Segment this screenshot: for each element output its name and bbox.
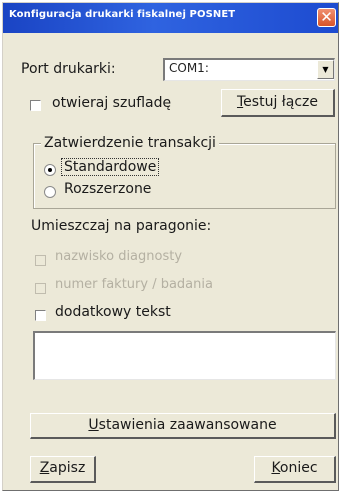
printer-port-label: Port drukarki: <box>21 61 116 77</box>
transaction-groupbox <box>33 143 336 209</box>
chevron-down-icon: ▼ <box>322 65 329 74</box>
invoice-number-checkbox[interactable] <box>35 283 46 294</box>
extra-text-checkbox[interactable] <box>35 310 46 321</box>
save-button[interactable]: Zapisz <box>30 456 96 483</box>
extra-text-field[interactable] <box>33 331 336 380</box>
printer-port-value: COM1: <box>169 61 209 75</box>
test-connection-label: Testuj łącze <box>236 94 318 110</box>
inspector-name-checkbox[interactable] <box>35 255 46 266</box>
printer-port-select[interactable]: COM1: ▼ <box>163 58 335 81</box>
open-drawer-checkbox[interactable] <box>30 100 41 111</box>
end-label: Koniec <box>271 460 318 476</box>
save-label: Zapisz <box>39 460 86 476</box>
end-button[interactable]: Koniec <box>254 456 336 483</box>
advanced-settings-button[interactable]: Ustawienia zaawansowane <box>30 413 336 439</box>
window-title: Konfiguracja drukarki fiskalnej POSNET <box>9 9 236 20</box>
open-drawer-label[interactable]: otwieraj szufladę <box>52 95 171 111</box>
standard-radio[interactable] <box>44 164 56 176</box>
receipt-section-heading: Umieszczaj na paragonie: <box>31 218 212 234</box>
extended-radio-label[interactable]: Rozszerzone <box>64 181 151 197</box>
close-icon: ✕ <box>320 8 333 26</box>
inspector-name-label: nazwisko diagnosty <box>55 249 183 264</box>
extended-radio[interactable] <box>44 186 56 198</box>
invoice-number-label: numer faktury / badania <box>55 277 213 292</box>
advanced-settings-label: Ustawienia zaawansowane <box>88 417 277 433</box>
config-dialog: Konfiguracja drukarki fiskalnej POSNET ✕… <box>2 2 339 491</box>
extra-text-label[interactable]: dodatkowy tekst <box>55 304 171 320</box>
close-button[interactable]: ✕ <box>317 8 336 27</box>
transaction-group-legend: Zatwierdzenie transakcji <box>41 135 219 151</box>
title-bar[interactable]: Konfiguracja drukarki fiskalnej POSNET ✕ <box>3 3 338 33</box>
test-connection-button[interactable]: Testuj łącze <box>221 89 335 117</box>
standard-radio-label[interactable]: Standardowe <box>61 158 160 176</box>
dropdown-button[interactable]: ▼ <box>317 60 334 79</box>
